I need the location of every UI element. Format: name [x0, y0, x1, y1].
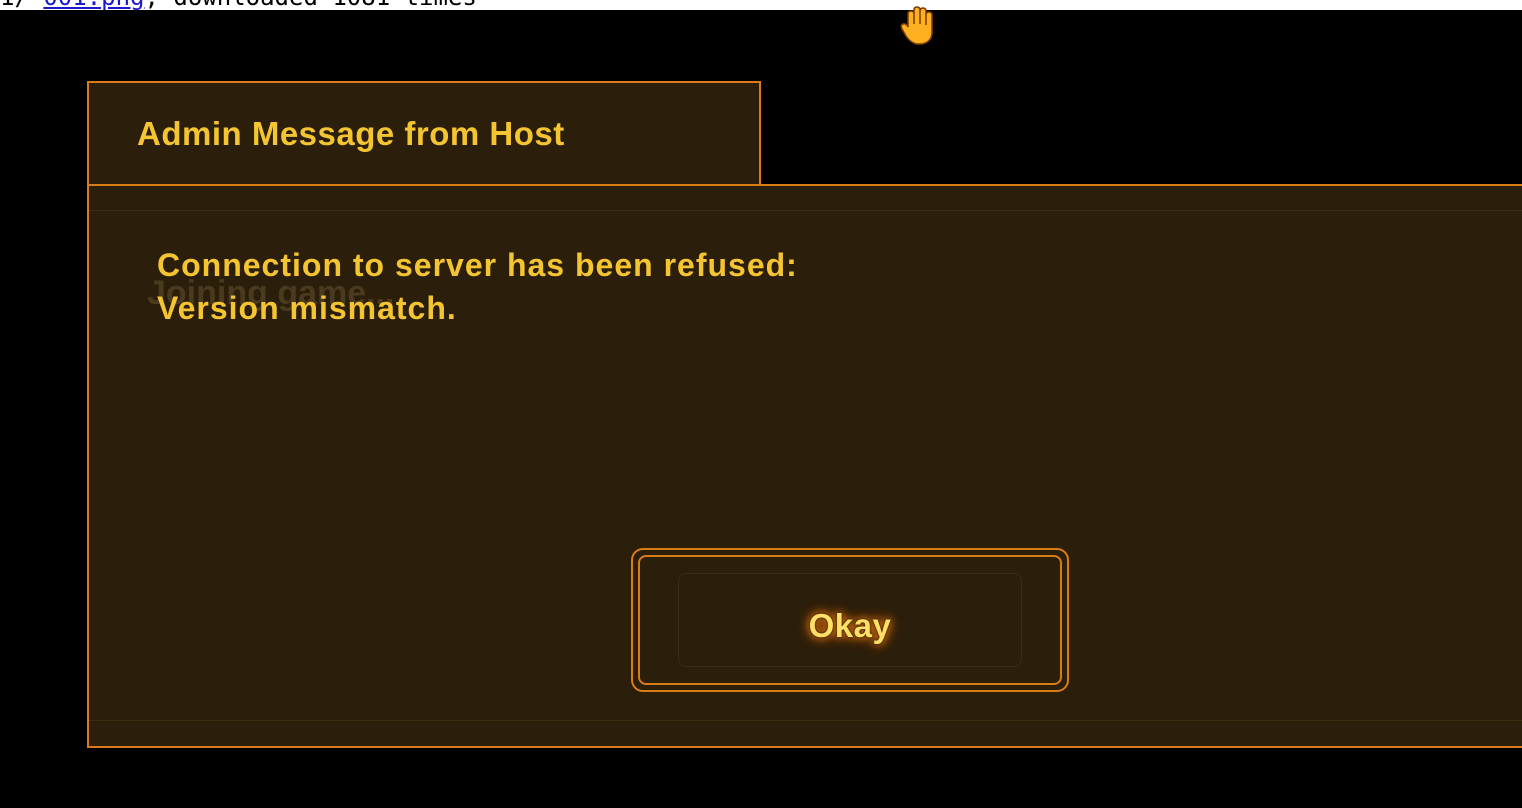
dialog-title: Admin Message from Host: [137, 115, 565, 152]
dialog-title-tab: Admin Message from Host: [87, 81, 761, 185]
okay-button[interactable]: Okay: [631, 548, 1069, 692]
web-page-strip: 1/ 001.png, downloaded 1081 times: [0, 0, 1522, 10]
download-count-text: , downloaded 1081 times: [145, 0, 477, 10]
error-message-line: Connection to server has been refused:: [157, 247, 798, 283]
download-prefix: 1/: [0, 0, 43, 10]
okay-button-frame: Okay: [638, 555, 1062, 685]
hand-cursor-icon: [900, 6, 940, 48]
download-info-text: 1/ 001.png, downloaded 1081 times: [0, 0, 477, 10]
okay-button-label: Okay: [808, 607, 892, 644]
image-link[interactable]: 001.png: [43, 0, 144, 10]
error-message: Connection to server has been refused: V…: [157, 244, 798, 330]
dialog-body: Joining game... Connection to server has…: [87, 184, 1522, 748]
divider: [89, 210, 1522, 211]
divider: [89, 720, 1522, 721]
error-message-line: Version mismatch.: [157, 290, 457, 326]
